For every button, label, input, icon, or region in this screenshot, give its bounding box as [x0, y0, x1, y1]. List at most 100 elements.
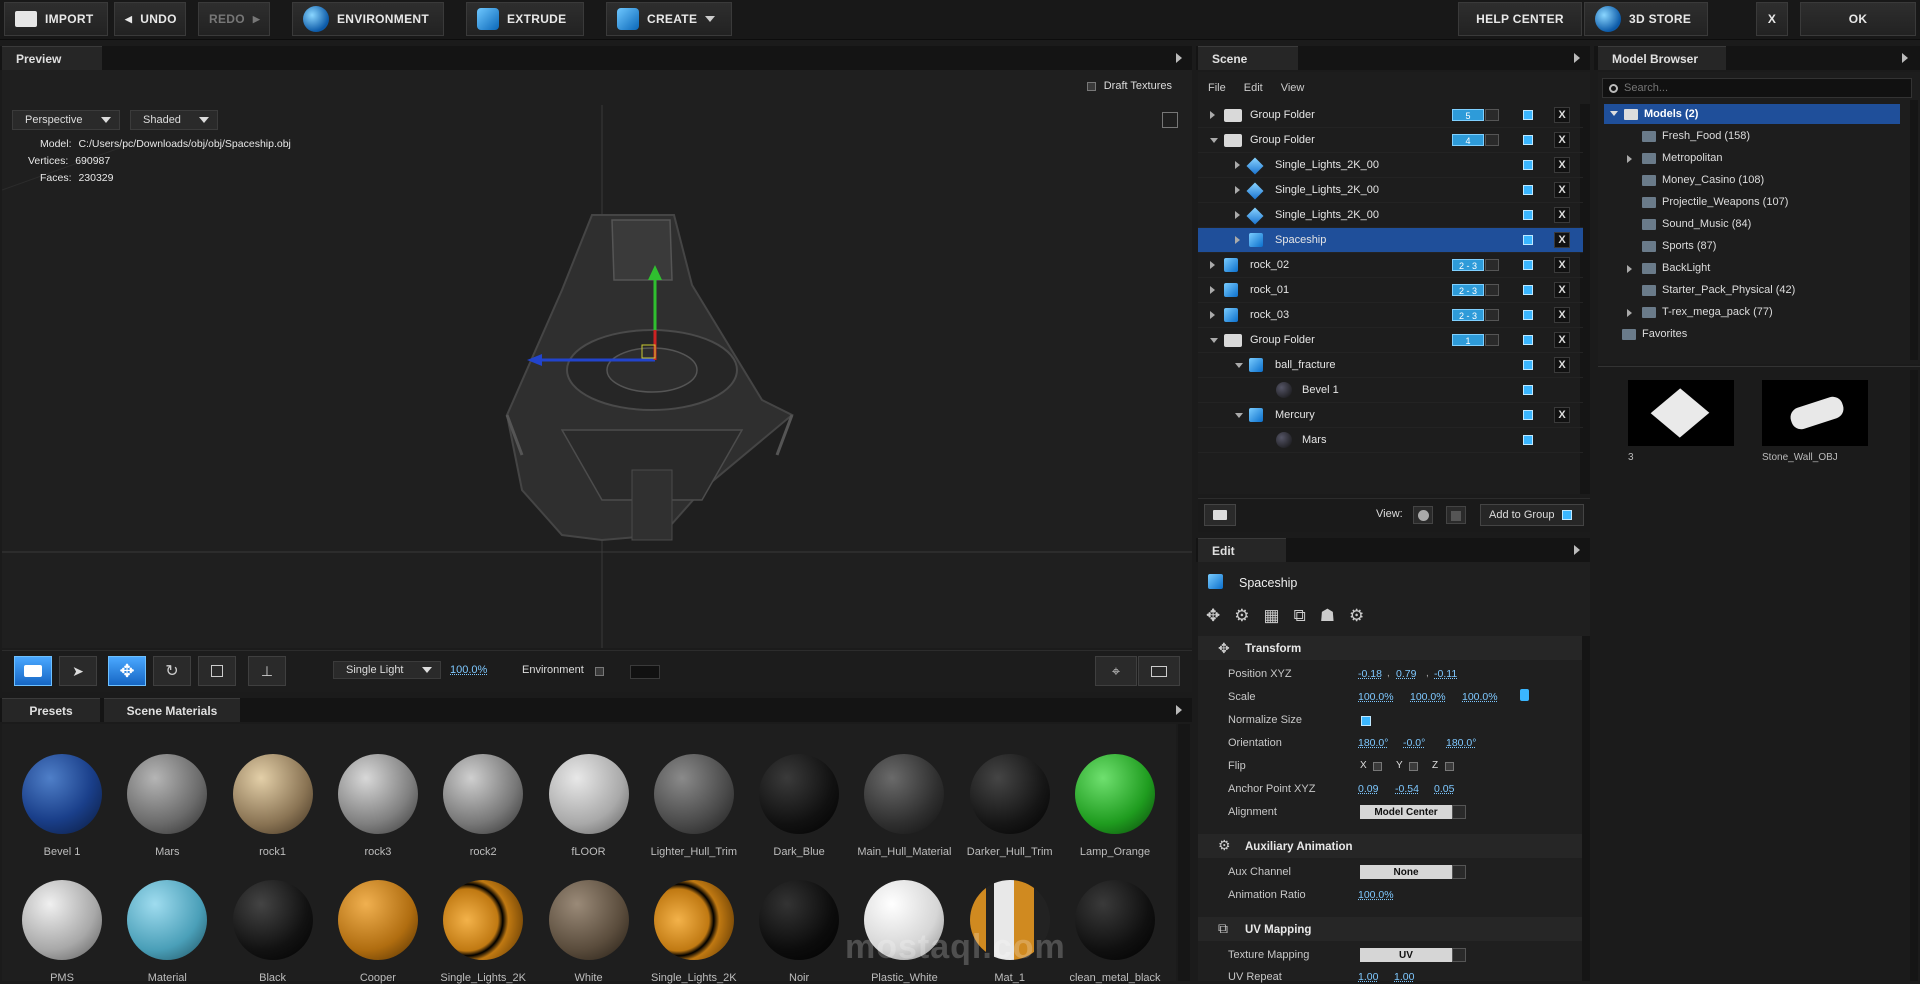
scene-row[interactable]: Spaceship X: [1198, 228, 1583, 253]
tree-item[interactable]: BackLight: [1642, 262, 1710, 274]
visibility-toggle[interactable]: [1523, 110, 1533, 120]
tab-preview[interactable]: Preview: [2, 46, 102, 70]
material-swatch[interactable]: [337, 880, 418, 960]
anchor-z[interactable]: 0.05: [1434, 783, 1454, 795]
remove-button[interactable]: X: [1554, 282, 1570, 298]
expand-icon[interactable]: [1627, 309, 1632, 317]
material-swatch[interactable]: [443, 754, 524, 834]
remove-button[interactable]: X: [1554, 157, 1570, 173]
material-swatch[interactable]: [969, 754, 1050, 834]
material-swatch[interactable]: [127, 754, 208, 834]
layer-badge[interactable]: 4: [1452, 134, 1484, 146]
visibility-toggle[interactable]: [1523, 260, 1533, 270]
axis-tool-button[interactable]: ⊥: [248, 656, 286, 686]
visibility-toggle[interactable]: [1523, 360, 1533, 370]
collapse-icon[interactable]: [1235, 363, 1243, 368]
uv-repeat-u[interactable]: 1.00: [1358, 971, 1378, 983]
expand-icon[interactable]: [1235, 211, 1240, 219]
screen-button[interactable]: [1138, 656, 1180, 686]
layer-badge[interactable]: 5: [1452, 109, 1484, 121]
material-swatch[interactable]: [759, 754, 840, 834]
gears-icon[interactable]: ⚙: [1234, 606, 1249, 626]
maximize-icon[interactable]: [1162, 112, 1178, 128]
scene-row[interactable]: ball_fracture X: [1198, 353, 1583, 378]
rotate-tool-button[interactable]: ↻: [153, 656, 191, 686]
texture-mapping-chevron-icon[interactable]: [1452, 948, 1466, 962]
edit-scrollbar[interactable]: [1582, 636, 1590, 981]
visibility-toggle[interactable]: [1523, 435, 1533, 445]
visibility-toggle[interactable]: [1523, 410, 1533, 420]
help-center-button[interactable]: HELP CENTER: [1458, 2, 1582, 36]
anchor-x[interactable]: 0.09: [1358, 783, 1378, 795]
scene-row[interactable]: Mars: [1198, 428, 1583, 453]
render-mode-dropdown[interactable]: Shaded: [130, 110, 218, 130]
layer-badge[interactable]: 1: [1452, 334, 1484, 346]
tree-item[interactable]: Sports (87): [1642, 240, 1716, 252]
visibility-toggle[interactable]: [1523, 310, 1533, 320]
redo-button[interactable]: REDO ▶: [198, 2, 270, 36]
material-swatch[interactable]: [22, 754, 102, 834]
visibility-toggle[interactable]: [1523, 285, 1533, 295]
materials-scrollbar[interactable]: [1178, 724, 1190, 981]
tab-presets[interactable]: Presets: [2, 698, 100, 722]
material-swatch[interactable]: [22, 880, 102, 960]
flip-z-checkbox[interactable]: [1445, 762, 1454, 771]
collapse-icon[interactable]: [1235, 413, 1243, 418]
draft-textures-toggle[interactable]: Draft Textures: [1086, 80, 1172, 92]
tree-item[interactable]: Sound_Music (84): [1642, 218, 1751, 230]
search-input[interactable]: [1624, 82, 1884, 94]
tree-item[interactable]: Money_Casino (108): [1642, 174, 1764, 186]
thumbnail-scrollbar[interactable]: [1910, 370, 1918, 981]
store-button[interactable]: 3D STORE: [1584, 2, 1708, 36]
aux-channel-chevron-icon[interactable]: [1452, 865, 1466, 879]
layer-chevron-icon[interactable]: [1485, 109, 1499, 121]
tree-item[interactable]: Projectile_Weapons (107): [1642, 196, 1788, 208]
layer-chevron-icon[interactable]: [1485, 334, 1499, 346]
import-button[interactable]: IMPORT: [4, 2, 108, 36]
view-sphere-button[interactable]: [1413, 506, 1433, 524]
normalize-checkbox[interactable]: [1361, 716, 1371, 726]
new-folder-button[interactable]: [1204, 504, 1236, 526]
remove-button[interactable]: X: [1554, 332, 1570, 348]
tree-item[interactable]: Starter_Pack_Physical (42): [1642, 284, 1795, 296]
expand-icon[interactable]: [1627, 265, 1632, 273]
view-grid-button[interactable]: [1446, 506, 1466, 524]
visibility-toggle[interactable]: [1523, 335, 1533, 345]
scene-row[interactable]: Single_Lights_2K_00 X: [1198, 203, 1583, 228]
remove-button[interactable]: X: [1554, 257, 1570, 273]
orientation-x[interactable]: 180.0°: [1358, 737, 1388, 749]
material-swatch[interactable]: [653, 754, 734, 834]
expand-icon[interactable]: [1235, 186, 1240, 194]
environment-color-swatch[interactable]: [630, 665, 660, 679]
layer-chevron-icon[interactable]: [1485, 284, 1499, 296]
anchor-y[interactable]: -0.54: [1395, 783, 1419, 795]
material-swatch[interactable]: [1075, 880, 1155, 960]
material-swatch[interactable]: [548, 880, 629, 960]
camera-mode-dropdown[interactable]: Perspective: [12, 110, 120, 130]
tree-root[interactable]: Models (2): [1624, 108, 1698, 120]
tab-scene[interactable]: Scene: [1198, 46, 1298, 70]
gear-icon[interactable]: ⚙: [1349, 606, 1364, 626]
remove-button[interactable]: X: [1554, 182, 1570, 198]
flip-x-checkbox[interactable]: [1373, 762, 1382, 771]
scale-tool-button[interactable]: [198, 656, 236, 686]
visibility-toggle[interactable]: [1523, 385, 1533, 395]
light-mode-dropdown[interactable]: Single Light: [333, 661, 441, 679]
expand-icon[interactable]: [1235, 161, 1240, 169]
layer-badge[interactable]: 2 - 3: [1452, 259, 1484, 271]
material-swatch[interactable]: [548, 754, 629, 834]
remove-button[interactable]: X: [1554, 307, 1570, 323]
scene-row[interactable]: Bevel 1: [1198, 378, 1583, 403]
expand-icon[interactable]: [1210, 261, 1215, 269]
visibility-toggle[interactable]: [1523, 135, 1533, 145]
layer-chevron-icon[interactable]: [1485, 134, 1499, 146]
viewport[interactable]: Draft Textures Perspective Shaded Model:…: [2, 70, 1192, 648]
visibility-toggle[interactable]: [1523, 235, 1533, 245]
expand-icon[interactable]: [1235, 236, 1240, 244]
material-swatch[interactable]: [759, 880, 840, 960]
orientation-y[interactable]: -0.0°: [1403, 737, 1425, 749]
layer-chevron-icon[interactable]: [1485, 309, 1499, 321]
layer-badge[interactable]: 2 - 3: [1452, 284, 1484, 296]
hat-icon[interactable]: ☗: [1320, 606, 1335, 626]
remove-button[interactable]: X: [1554, 232, 1570, 248]
